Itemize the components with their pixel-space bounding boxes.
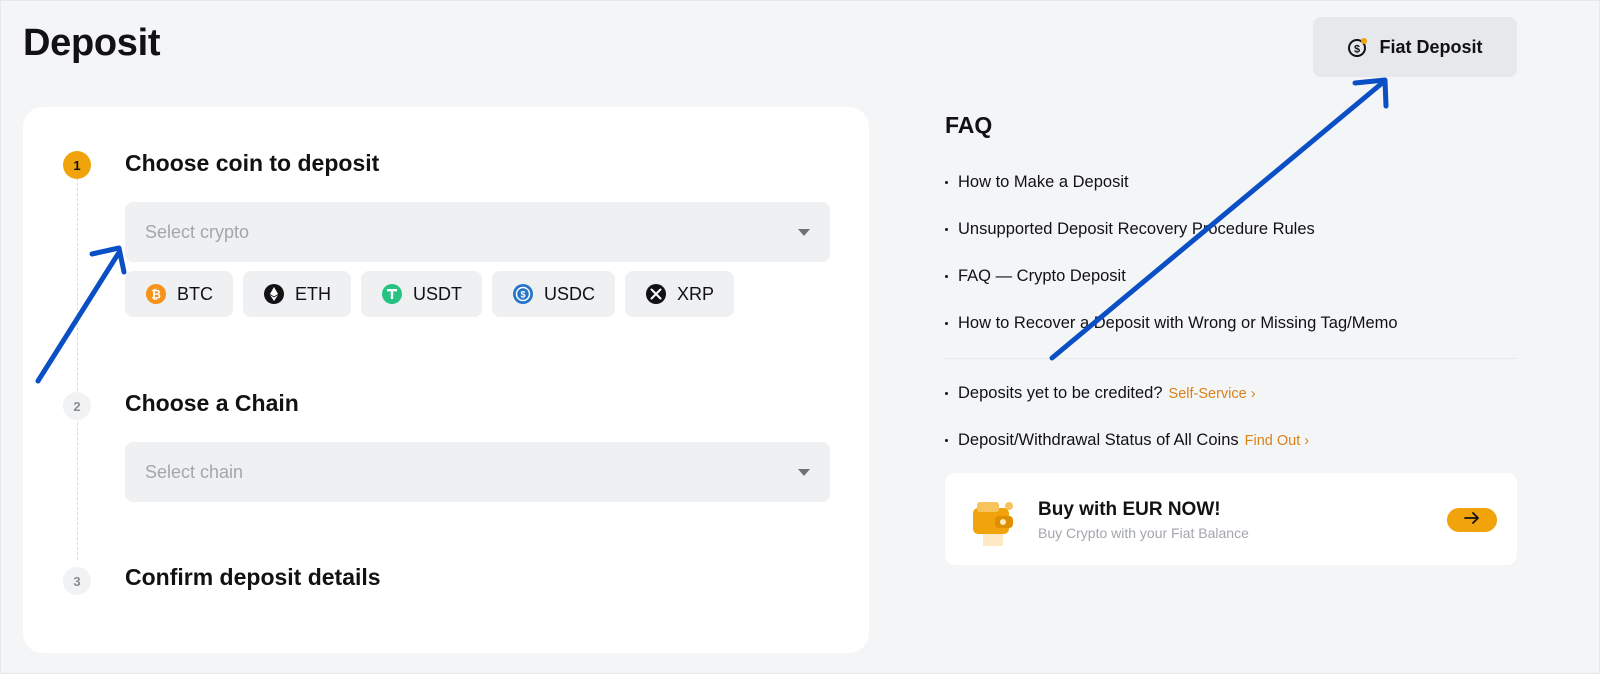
find-out-link[interactable]: Find Out › xyxy=(1245,433,1309,449)
coin-chip-xrp[interactable]: XRP xyxy=(625,271,735,317)
btc-icon: ₿ xyxy=(145,283,167,305)
self-service-link[interactable]: Self-Service › xyxy=(1169,386,1256,402)
promo-title: Buy with EUR NOW! xyxy=(1038,499,1221,520)
coin-chip-eth[interactable]: ETH xyxy=(243,271,351,317)
fiat-deposit-button[interactable]: $ Fiat Deposit xyxy=(1313,17,1517,77)
caret-down-icon xyxy=(798,228,810,236)
self-service-link-label: Self-Service xyxy=(1168,385,1247,402)
bullet-icon xyxy=(945,322,948,325)
faq-item-label: How to Make a Deposit xyxy=(958,173,1129,191)
wallet-coin-illustration-icon xyxy=(965,492,1021,548)
eth-icon xyxy=(263,283,285,305)
select-crypto-dropdown[interactable]: Select crypto xyxy=(125,202,830,262)
bullet-icon xyxy=(945,439,948,442)
status-item-coin-status: Deposit/Withdrawal Status of All Coins F… xyxy=(945,431,1309,450)
select-crypto-placeholder: Select crypto xyxy=(145,221,250,242)
step-2-title: Choose a Chain xyxy=(125,390,299,416)
find-out-link-label: Find Out xyxy=(1244,432,1301,449)
faq-divider xyxy=(945,358,1517,359)
faq-item-label: Unsupported Deposit Recovery Procedure R… xyxy=(958,220,1315,238)
bullet-icon xyxy=(945,275,948,278)
coin-chip-usdt[interactable]: USDT xyxy=(361,271,482,317)
usdt-icon xyxy=(381,283,403,305)
status-item-label: Deposits yet to be credited? xyxy=(958,384,1163,402)
bullet-icon xyxy=(945,228,948,231)
bullet-icon xyxy=(945,181,948,184)
step-3-number: 3 xyxy=(63,567,91,595)
faq-title: FAQ xyxy=(945,112,993,138)
coin-chip-usdc[interactable]: $ USDC xyxy=(492,271,616,317)
faq-item-label: How to Recover a Deposit with Wrong or M… xyxy=(958,314,1398,332)
step-2-number: 2 xyxy=(63,392,91,420)
xrp-icon xyxy=(645,283,667,305)
coin-chip-label: BTC xyxy=(177,283,213,304)
coin-chip-btc[interactable]: ₿ BTC xyxy=(125,271,233,317)
arrow-right-icon xyxy=(1464,511,1480,529)
faq-item[interactable]: FAQ — Crypto Deposit xyxy=(945,267,1126,286)
fiat-deposit-label: Fiat Deposit xyxy=(1379,36,1483,57)
promo-subtitle: Buy Crypto with your Fiat Balance xyxy=(1038,525,1249,541)
coin-chip-label: USDT xyxy=(413,283,462,304)
promo-go-button[interactable] xyxy=(1447,508,1497,532)
faq-item-label: FAQ — Crypto Deposit xyxy=(958,267,1126,285)
fiat-coin-icon: $ xyxy=(1347,36,1369,58)
svg-text:$: $ xyxy=(1354,44,1360,56)
step-3-title: Confirm deposit details xyxy=(125,564,381,590)
step-1-title: Choose coin to deposit xyxy=(125,150,380,176)
usdc-icon: $ xyxy=(512,283,534,305)
coin-chip-label: USDC xyxy=(544,283,596,304)
quick-coin-list: ₿ BTC ETH USDT $ USDC XRP xyxy=(125,271,735,317)
caret-down-icon xyxy=(798,468,810,476)
faq-item[interactable]: How to Make a Deposit xyxy=(945,173,1129,192)
buy-with-eur-promo[interactable]: Buy with EUR NOW! Buy Crypto with your F… xyxy=(945,473,1517,565)
select-chain-dropdown[interactable]: Select chain xyxy=(125,442,830,502)
coin-chip-label: XRP xyxy=(677,283,715,304)
status-item-label: Deposit/Withdrawal Status of All Coins xyxy=(958,431,1239,449)
svg-text:₿: ₿ xyxy=(151,288,161,302)
status-item-pending-deposits: Deposits yet to be credited? Self-Servic… xyxy=(945,384,1256,403)
page-title: Deposit xyxy=(23,22,161,64)
faq-item[interactable]: How to Recover a Deposit with Wrong or M… xyxy=(945,314,1398,333)
step-1-number: 1 xyxy=(63,151,91,179)
bullet-icon xyxy=(945,392,948,395)
select-chain-placeholder: Select chain xyxy=(145,461,244,482)
steps-connector xyxy=(77,178,78,560)
svg-text:$: $ xyxy=(520,290,525,300)
faq-item[interactable]: Unsupported Deposit Recovery Procedure R… xyxy=(945,220,1315,239)
coin-chip-label: ETH xyxy=(295,283,331,304)
